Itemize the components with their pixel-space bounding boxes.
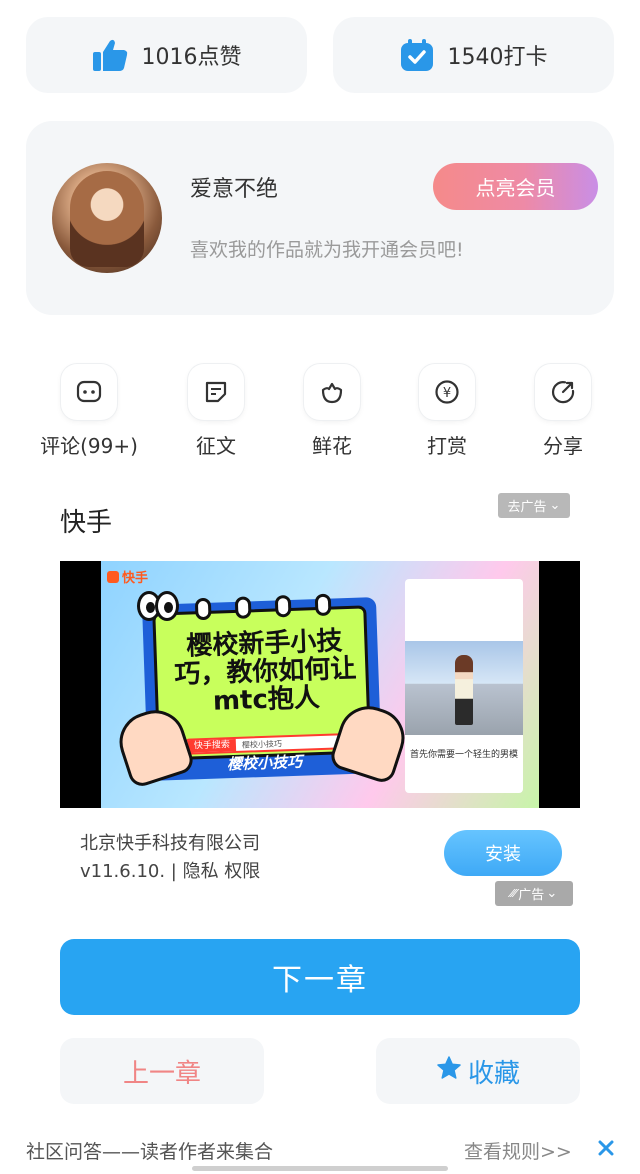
author-name[interactable]: 爱意不绝 — [190, 171, 278, 203]
ad-video[interactable]: 快手 樱校新手小技巧，教你如何让mtc抱人 快手搜索 樱校小技巧 樱校小技巧 首… — [60, 561, 580, 808]
comment-icon — [61, 364, 117, 420]
reward-yen-icon: ¥ — [419, 364, 475, 420]
reward-action[interactable]: ¥ 打赏 — [392, 364, 502, 459]
ad-headline: 樱校新手小技巧，教你如何让mtc抱人 — [173, 626, 357, 717]
ad-badge[interactable]: ⁄⁄⁄ 广告 ⌄ — [495, 881, 573, 906]
ad-search-query: 樱校小技巧 — [241, 739, 283, 750]
close-icon[interactable] — [594, 1136, 618, 1160]
author-avatar[interactable] — [52, 163, 162, 273]
ad-network-icon: ⁄⁄⁄ — [510, 887, 517, 900]
checkins-count: 1540打卡 — [447, 45, 548, 70]
ad-company: 北京快手科技有限公司 — [80, 833, 260, 854]
remove-ad-label: 去广告 — [507, 500, 547, 515]
share-label: 分享 — [543, 434, 583, 458]
install-button[interactable]: 安装 — [444, 830, 562, 876]
ad-phone-caption: 首先你需要一个轻生的男模 — [409, 750, 518, 760]
likes-stat[interactable]: 1016点赞 — [26, 17, 307, 93]
ad-app-meta[interactable]: v11.6.10. | 隐私 权限 — [80, 857, 260, 883]
favorite-button[interactable]: 收藏 — [376, 1038, 580, 1104]
checkins-stat[interactable]: 1540打卡 — [333, 17, 614, 93]
ad-brand-logo: 快手 — [107, 567, 148, 586]
home-indicator[interactable] — [192, 1166, 448, 1171]
cartoon-eyes-graphic — [137, 591, 179, 625]
action-bar: 评论(99+) 征文 鲜花 ¥ 打赏 分享 — [30, 364, 610, 460]
ad-creative: 快手 樱校新手小技巧，教你如何让mtc抱人 快手搜索 樱校小技巧 樱校小技巧 首… — [101, 561, 539, 808]
calendar-check-icon — [400, 38, 434, 72]
chevron-down-icon: ⌄ — [546, 886, 558, 901]
reward-label: 打赏 — [427, 434, 467, 458]
comment-action[interactable]: 评论(99+) — [34, 364, 144, 459]
ad-brand-label: 快手 — [122, 571, 149, 586]
star-icon — [436, 1055, 462, 1088]
share-action[interactable]: 分享 — [508, 364, 618, 459]
essay-label: 征文 — [196, 434, 236, 458]
flower-icon — [304, 364, 360, 420]
share-icon — [535, 364, 591, 420]
author-card: 爱意不绝 喜欢我的作品就为我开通会员吧! 点亮会员 — [26, 121, 614, 315]
thumbs-up-icon — [92, 38, 128, 72]
prev-chapter-button[interactable]: 上一章 — [60, 1038, 264, 1104]
remove-ad-button[interactable]: 去广告 ⌄ — [498, 493, 570, 518]
favorite-label: 收藏 — [467, 1058, 520, 1089]
ad-badge-label: 广告 — [518, 888, 545, 903]
flower-label: 鲜花 — [312, 434, 352, 458]
ad-phone-preview: 首先你需要一个轻生的男模 — [405, 579, 523, 793]
essay-icon — [188, 364, 244, 420]
essay-action[interactable]: 征文 — [161, 364, 271, 459]
chevron-down-icon: ⌄ — [549, 498, 561, 513]
vip-button[interactable]: 点亮会员 — [433, 163, 598, 210]
comment-label: 评论(99+) — [40, 434, 138, 458]
view-rules-link[interactable]: 查看规则>> — [464, 1137, 572, 1164]
author-description: 喜欢我的作品就为我开通会员吧! — [190, 239, 464, 261]
svg-text:¥: ¥ — [443, 386, 451, 401]
community-qa-banner[interactable]: 社区问答——读者作者来集合 — [26, 1137, 273, 1164]
likes-count: 1016点赞 — [141, 45, 242, 70]
next-chapter-button[interactable]: 下一章 — [60, 939, 580, 1015]
ad-title: 快手 — [60, 508, 113, 538]
flower-action[interactable]: 鲜花 — [277, 364, 387, 459]
ad-search-label: 快手搜索 — [187, 738, 237, 753]
